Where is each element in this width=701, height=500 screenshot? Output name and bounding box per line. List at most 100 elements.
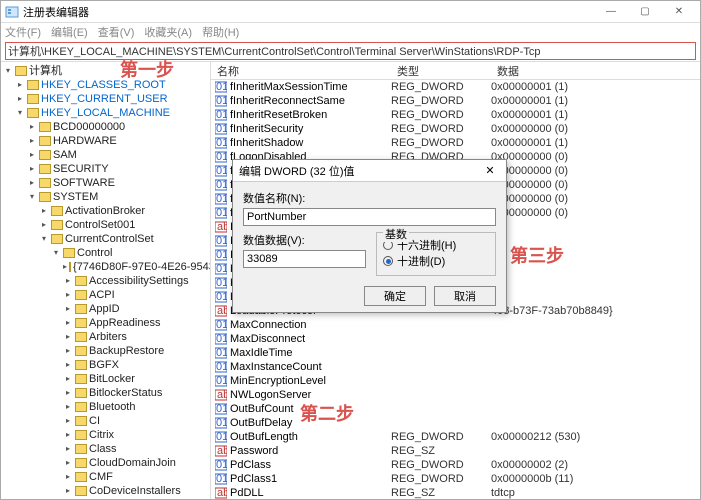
tree-item[interactable]: ▸CoDeviceInstallers bbox=[63, 484, 210, 498]
value-row[interactable]: 011fInheritMaxSessionTimeREG_DWORD0x0000… bbox=[211, 80, 700, 94]
tree-item[interactable]: ▾计算机 bbox=[3, 64, 210, 78]
chevron-right-icon[interactable]: ▸ bbox=[63, 388, 73, 398]
value-row[interactable]: 011MaxIdleTime bbox=[211, 346, 700, 360]
chevron-right-icon[interactable]: ▸ bbox=[63, 360, 73, 370]
chevron-right-icon[interactable]: ▸ bbox=[27, 150, 37, 160]
radio-dec[interactable]: 十进制(D) bbox=[383, 253, 489, 269]
value-row[interactable]: abNWLogonServer bbox=[211, 388, 700, 402]
chevron-right-icon[interactable]: ▸ bbox=[63, 262, 67, 272]
tree-item[interactable]: ▸CI bbox=[63, 414, 210, 428]
value-row[interactable]: 011MaxInstanceCount bbox=[211, 360, 700, 374]
tree-item[interactable]: ▸HARDWARE bbox=[27, 134, 210, 148]
chevron-right-icon[interactable]: ▸ bbox=[63, 332, 73, 342]
tree-item[interactable]: ▸ACPI bbox=[63, 288, 210, 302]
address-bar[interactable]: 计算机\HKEY_LOCAL_MACHINE\SYSTEM\CurrentCon… bbox=[5, 42, 696, 60]
tree-item[interactable]: ▸ActivationBroker bbox=[39, 204, 210, 218]
tree-item[interactable]: ▸Class bbox=[63, 442, 210, 456]
chevron-down-icon[interactable]: ▾ bbox=[3, 66, 13, 76]
value-row[interactable]: 011MaxDisconnect bbox=[211, 332, 700, 346]
tree-item[interactable]: ▸CMF bbox=[63, 470, 210, 484]
value-row[interactable]: 011fInheritReconnectSameREG_DWORD0x00000… bbox=[211, 94, 700, 108]
chevron-right-icon[interactable]: ▸ bbox=[27, 136, 37, 146]
value-row[interactable]: 011fInheritSecurityREG_DWORD0x00000000 (… bbox=[211, 122, 700, 136]
tree-item[interactable]: ▸Bluetooth bbox=[63, 400, 210, 414]
menu-favorites[interactable]: 收藏夹(A) bbox=[144, 24, 192, 40]
value-row[interactable]: 011OutBufCount bbox=[211, 402, 700, 416]
chevron-right-icon[interactable]: ▸ bbox=[63, 430, 73, 440]
tree-item[interactable]: ▸ControlSet001 bbox=[39, 218, 210, 232]
tree-item[interactable]: ▸AppReadiness bbox=[63, 316, 210, 330]
col-data[interactable]: 数据 bbox=[491, 63, 700, 79]
chevron-right-icon[interactable]: ▸ bbox=[27, 122, 37, 132]
tree-item[interactable]: ▸{7746D80F-97E0-4E26-9543-26841FC22F79} bbox=[63, 260, 210, 274]
menu-view[interactable]: 查看(V) bbox=[98, 24, 135, 40]
ok-button[interactable]: 确定 bbox=[364, 286, 426, 306]
tree-item[interactable]: ▸BCD00000000 bbox=[27, 120, 210, 134]
value-row[interactable]: 011OutBufDelay bbox=[211, 416, 700, 430]
tree-item[interactable]: ▸SECURITY bbox=[27, 162, 210, 176]
col-name[interactable]: 名称 bbox=[211, 63, 391, 79]
tree-item[interactable]: ▾Control bbox=[51, 246, 210, 260]
chevron-right-icon[interactable]: ▸ bbox=[27, 164, 37, 174]
tree-item[interactable]: ▸HKEY_CURRENT_USER bbox=[15, 92, 210, 106]
chevron-down-icon[interactable]: ▾ bbox=[27, 192, 37, 202]
value-row[interactable]: 011MaxConnection bbox=[211, 318, 700, 332]
chevron-right-icon[interactable]: ▸ bbox=[63, 444, 73, 454]
tree-item[interactable]: ▸HKEY_CLASSES_ROOT bbox=[15, 78, 210, 92]
value-row[interactable]: 011fInheritShadowREG_DWORD0x00000001 (1) bbox=[211, 136, 700, 150]
menu-edit[interactable]: 编辑(E) bbox=[51, 24, 88, 40]
chevron-right-icon[interactable]: ▸ bbox=[15, 94, 25, 104]
menu-help[interactable]: 帮助(H) bbox=[202, 24, 239, 40]
close-button[interactable]: ✕ bbox=[662, 2, 696, 22]
tree-item[interactable]: ▸COM Name Arbiter bbox=[63, 498, 210, 499]
chevron-right-icon[interactable]: ▸ bbox=[63, 416, 73, 426]
value-row[interactable]: 011MinEncryptionLevel bbox=[211, 374, 700, 388]
value-row[interactable]: 011fInheritResetBrokenREG_DWORD0x0000000… bbox=[211, 108, 700, 122]
tree-item[interactable]: ▸AppID bbox=[63, 302, 210, 316]
chevron-right-icon[interactable]: ▸ bbox=[63, 402, 73, 412]
chevron-right-icon[interactable]: ▸ bbox=[63, 472, 73, 482]
chevron-right-icon[interactable]: ▸ bbox=[39, 220, 49, 230]
chevron-down-icon[interactable]: ▾ bbox=[39, 234, 49, 244]
maximize-button[interactable]: ▢ bbox=[628, 2, 662, 22]
dialog-close-icon[interactable]: ✕ bbox=[480, 164, 500, 177]
value-row[interactable]: 011PdClassREG_DWORD0x00000002 (2) bbox=[211, 458, 700, 472]
tree-item[interactable]: ▸BitLocker bbox=[63, 372, 210, 386]
chevron-right-icon[interactable]: ▸ bbox=[63, 486, 73, 496]
tree-item[interactable]: ▾CurrentControlSet bbox=[39, 232, 210, 246]
chevron-down-icon[interactable]: ▾ bbox=[51, 248, 61, 258]
minimize-button[interactable]: — bbox=[594, 2, 628, 22]
tree-item[interactable]: ▸Citrix bbox=[63, 428, 210, 442]
value-data-input[interactable] bbox=[243, 250, 366, 268]
menu-file[interactable]: 文件(F) bbox=[5, 24, 41, 40]
chevron-right-icon[interactable]: ▸ bbox=[63, 290, 73, 300]
tree-item[interactable]: ▾SYSTEM bbox=[27, 190, 210, 204]
value-row[interactable]: abPasswordREG_SZ bbox=[211, 444, 700, 458]
chevron-right-icon[interactable]: ▸ bbox=[27, 178, 37, 188]
tree-item[interactable]: ▸Arbiters bbox=[63, 330, 210, 344]
chevron-right-icon[interactable]: ▸ bbox=[15, 80, 25, 90]
chevron-right-icon[interactable]: ▸ bbox=[63, 346, 73, 356]
chevron-right-icon[interactable]: ▸ bbox=[63, 374, 73, 384]
chevron-down-icon[interactable]: ▾ bbox=[15, 108, 25, 118]
value-row[interactable]: abPdDLLREG_SZtdtcp bbox=[211, 486, 700, 499]
chevron-right-icon[interactable]: ▸ bbox=[63, 318, 73, 328]
chevron-right-icon[interactable]: ▸ bbox=[63, 304, 73, 314]
tree-item[interactable]: ▸BackupRestore bbox=[63, 344, 210, 358]
tree-item[interactable]: ▸SAM bbox=[27, 148, 210, 162]
col-type[interactable]: 类型 bbox=[391, 63, 491, 79]
tree-item[interactable]: ▸AccessibilitySettings bbox=[63, 274, 210, 288]
value-row[interactable]: 011OutBufLengthREG_DWORD0x00000212 (530) bbox=[211, 430, 700, 444]
value-row[interactable]: 011PdClass1REG_DWORD0x0000000b (11) bbox=[211, 472, 700, 486]
tree-item[interactable]: ▸CloudDomainJoin bbox=[63, 456, 210, 470]
value-name-input[interactable] bbox=[243, 208, 496, 226]
tree-item[interactable]: ▸BGFX bbox=[63, 358, 210, 372]
cancel-button[interactable]: 取消 bbox=[434, 286, 496, 306]
tree-item[interactable]: ▾HKEY_LOCAL_MACHINE bbox=[15, 106, 210, 120]
chevron-right-icon[interactable]: ▸ bbox=[39, 206, 49, 216]
chevron-right-icon[interactable]: ▸ bbox=[63, 458, 73, 468]
tree-item[interactable]: ▸SOFTWARE bbox=[27, 176, 210, 190]
tree-item[interactable]: ▸BitlockerStatus bbox=[63, 386, 210, 400]
tree-pane[interactable]: ▾计算机▸HKEY_CLASSES_ROOT▸HKEY_CURRENT_USER… bbox=[1, 62, 211, 499]
chevron-right-icon[interactable]: ▸ bbox=[63, 276, 73, 286]
